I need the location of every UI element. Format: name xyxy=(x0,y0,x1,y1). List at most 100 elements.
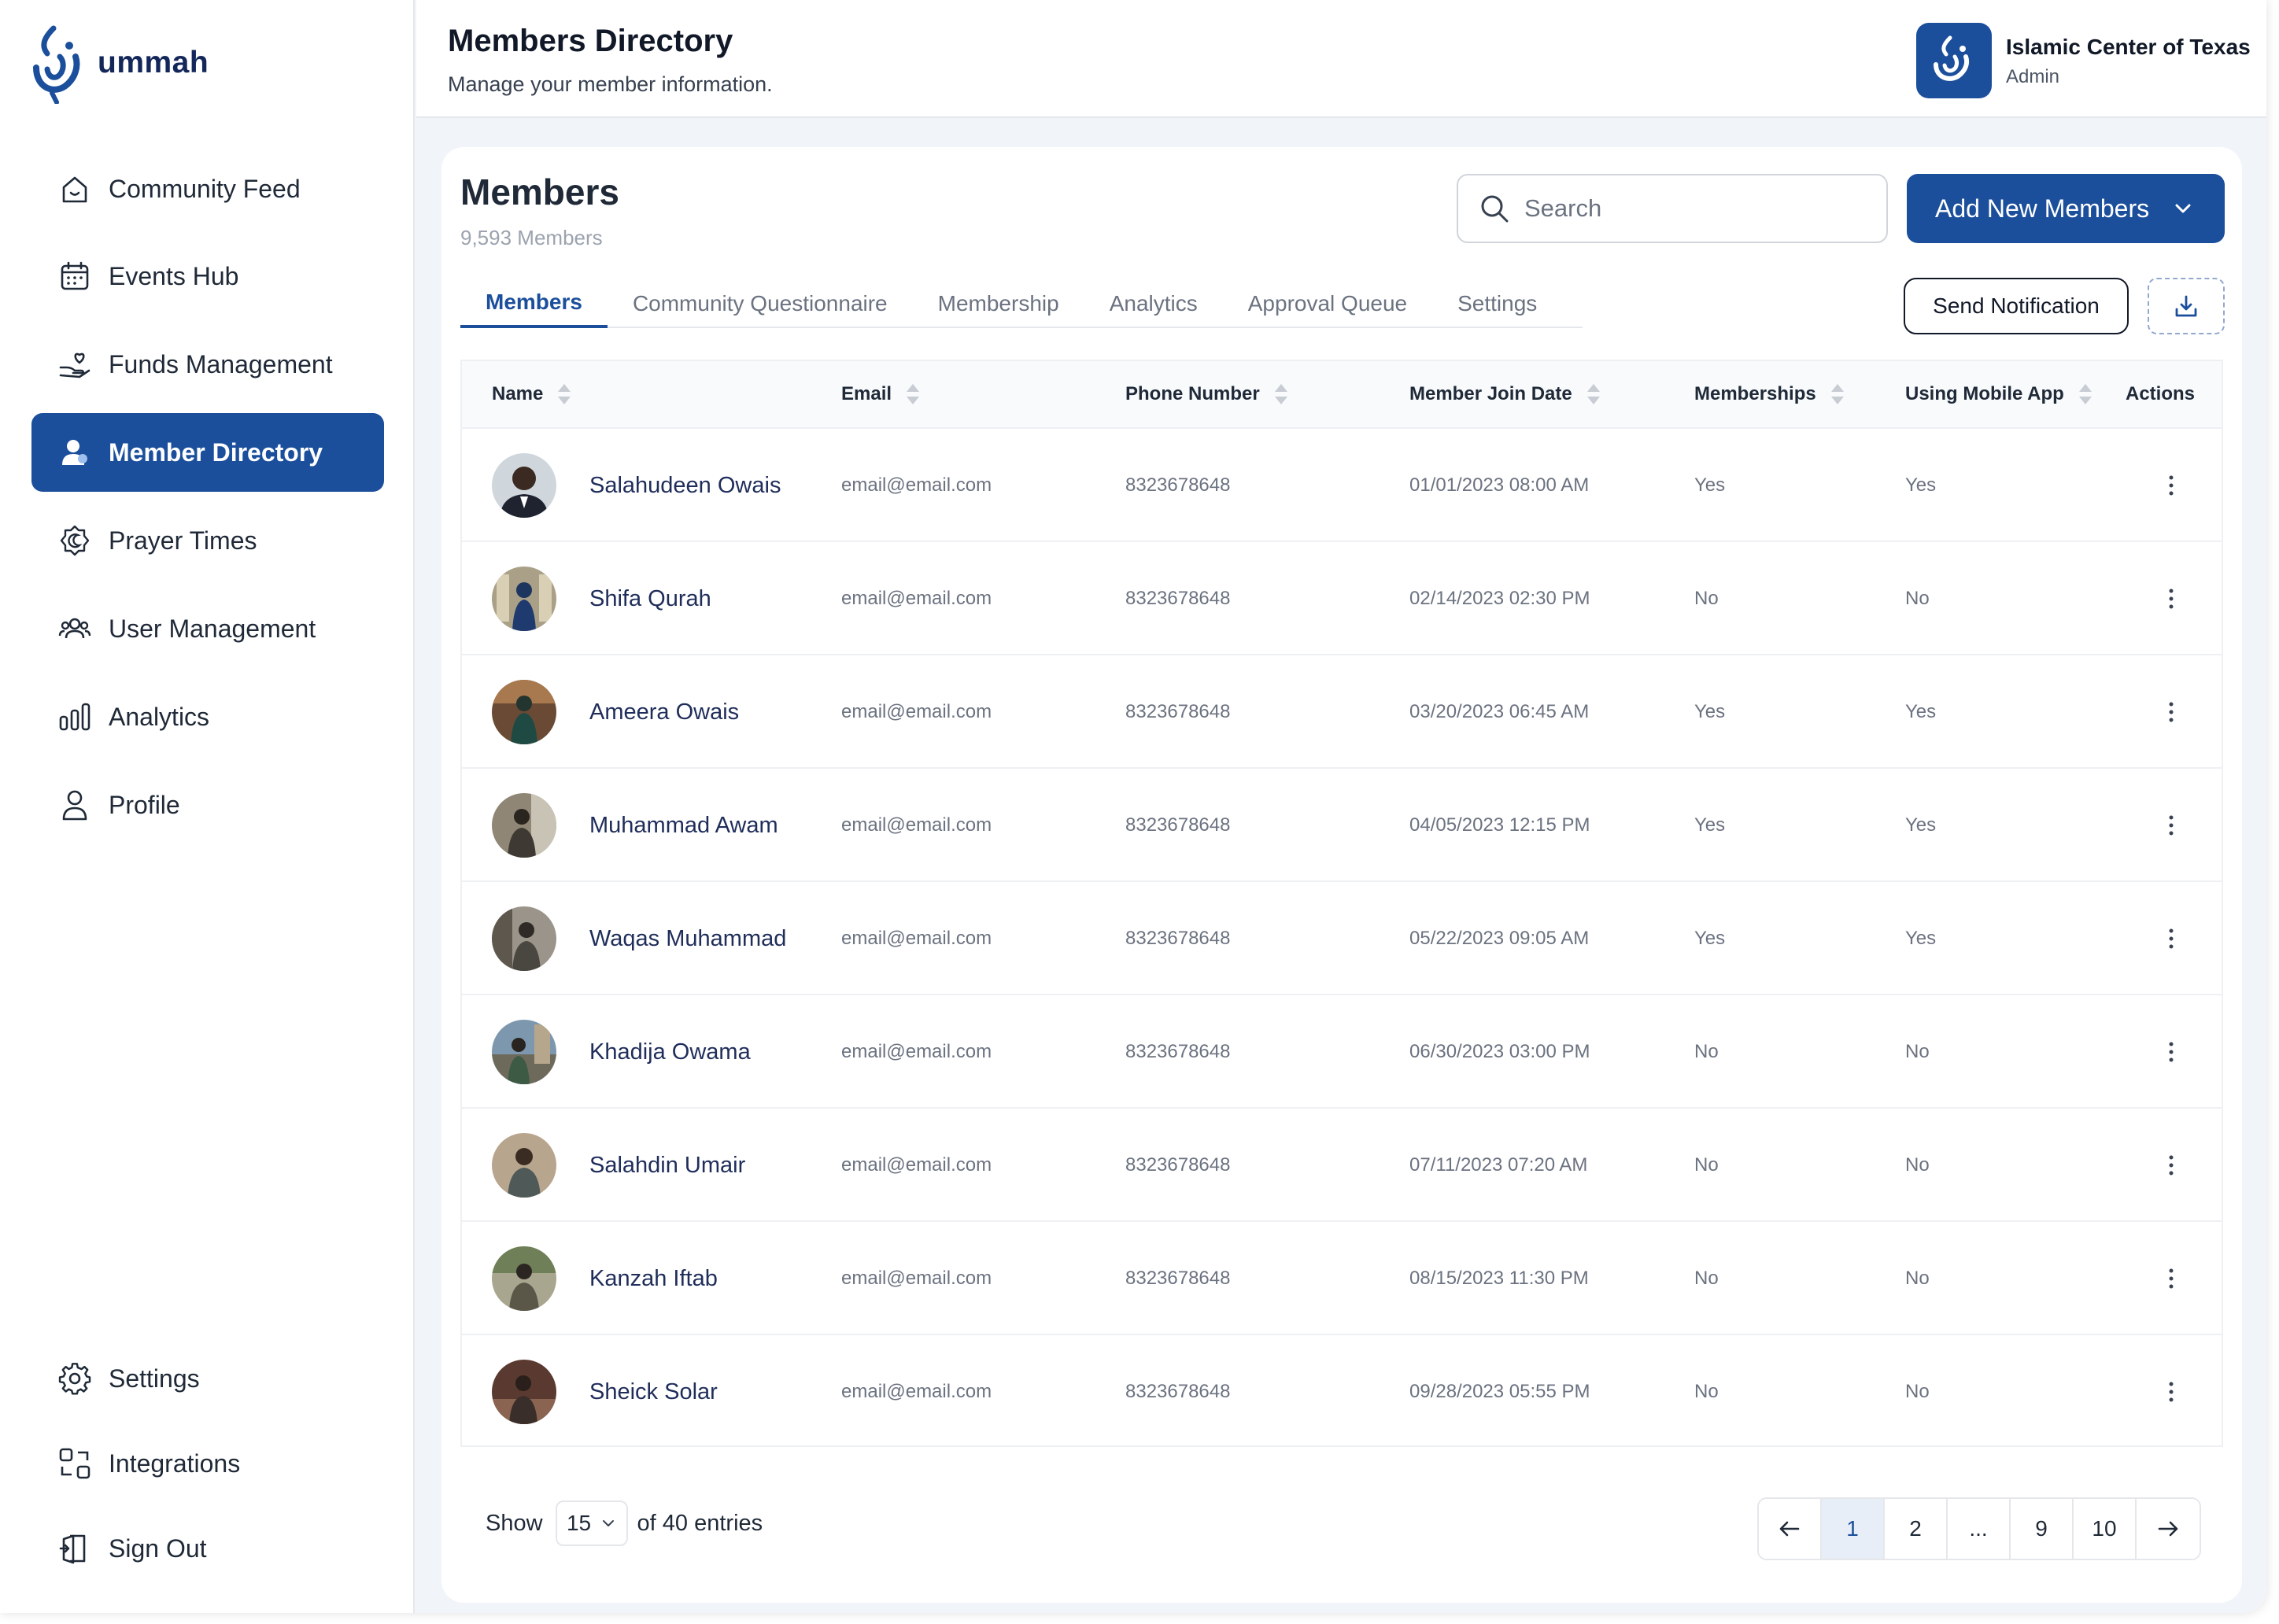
pagination: 1 2 ... 9 10 xyxy=(1757,1497,2201,1560)
table-row[interactable]: Khadija Owama email@email.com 8323678648… xyxy=(460,994,2223,1107)
sidebar-item-prayer-times[interactable]: Prayer Times xyxy=(31,501,384,580)
member-memberships: No xyxy=(1694,1381,1719,1402)
row-actions-menu[interactable] xyxy=(2157,585,2185,613)
page-size-select[interactable]: 15 xyxy=(555,1500,628,1546)
column-header-mobile-app[interactable]: Using Mobile App xyxy=(1905,381,2094,408)
tab-membership[interactable]: Membership xyxy=(913,279,1084,328)
org-avatar[interactable] xyxy=(1916,23,1992,98)
sidebar-item-sign-out[interactable]: Sign Out xyxy=(31,1509,384,1588)
member-email: email@email.com xyxy=(841,701,992,722)
member-email: email@email.com xyxy=(841,1268,992,1289)
member-join-date: 06/30/2023 03:00 PM xyxy=(1409,1041,1590,1062)
avatar xyxy=(492,1020,556,1084)
member-join-date: 03/20/2023 06:45 AM xyxy=(1409,701,1590,722)
more-vertical-icon xyxy=(2169,1382,2174,1402)
row-actions-menu[interactable] xyxy=(2157,1151,2185,1179)
column-header-name[interactable]: Name xyxy=(492,381,573,408)
sidebar-item-settings[interactable]: Settings xyxy=(31,1339,384,1418)
page-button-2[interactable]: 2 xyxy=(1885,1499,1948,1559)
member-name[interactable]: Khadija Owama xyxy=(589,995,751,1109)
column-label: Phone Number xyxy=(1125,383,1260,404)
bar-chart-icon xyxy=(57,699,93,735)
row-actions-menu[interactable] xyxy=(2157,471,2185,500)
sidebar-item-member-directory[interactable]: Member Directory xyxy=(31,413,384,492)
member-name[interactable]: Kanzah Iftab xyxy=(589,1222,718,1335)
sidebar-item-analytics[interactable]: Analytics xyxy=(31,677,384,756)
table-row[interactable]: Shifa Qurah email@email.com 8323678648 0… xyxy=(460,541,2223,654)
avatar xyxy=(492,680,556,744)
avatar xyxy=(492,1246,556,1311)
sidebar-item-user-management[interactable]: User Management xyxy=(31,589,384,668)
column-header-phone[interactable]: Phone Number xyxy=(1125,381,1290,408)
table-row[interactable]: Muhammad Awam email@email.com 8323678648… xyxy=(460,767,2223,880)
page-button-10[interactable]: 10 xyxy=(2074,1499,2137,1559)
row-actions-menu[interactable] xyxy=(2157,1038,2185,1066)
member-mobile-app: No xyxy=(1905,1154,1930,1176)
search-input[interactable] xyxy=(1524,194,1871,223)
table-row[interactable]: Salahudeen Owais email@email.com 8323678… xyxy=(460,427,2223,541)
row-actions-menu[interactable] xyxy=(2157,698,2185,726)
table-row[interactable]: Kanzah Iftab email@email.com 8323678648 … xyxy=(460,1220,2223,1334)
member-join-date: 02/14/2023 02:30 PM xyxy=(1409,588,1590,609)
member-name[interactable]: Muhammad Awam xyxy=(589,769,778,882)
member-name[interactable]: Sheick Solar xyxy=(589,1335,718,1449)
members-card: Members 9,593 Members Add New Members Me… xyxy=(441,147,2242,1603)
avatar xyxy=(492,906,556,971)
tab-analytics[interactable]: Analytics xyxy=(1084,279,1223,328)
more-vertical-icon xyxy=(2169,1155,2174,1176)
member-memberships: No xyxy=(1694,1041,1719,1062)
brand-logo[interactable]: ummah xyxy=(30,22,209,104)
next-page-button[interactable] xyxy=(2137,1499,2200,1559)
member-name[interactable]: Waqas Muhammad xyxy=(589,882,786,995)
sidebar-item-community-feed[interactable]: Community Feed xyxy=(31,149,384,228)
home-icon xyxy=(57,171,93,207)
table-row[interactable]: Sheick Solar email@email.com 8323678648 … xyxy=(460,1334,2223,1447)
member-memberships: No xyxy=(1694,588,1719,609)
table-row[interactable]: Salahdin Umair email@email.com 832367864… xyxy=(460,1107,2223,1220)
sidebar-item-profile[interactable]: Profile xyxy=(31,766,384,844)
sidebar-item-funds-management[interactable]: Funds Management xyxy=(31,325,384,404)
members-count: 9,593 Members xyxy=(460,226,603,249)
download-button[interactable] xyxy=(2148,278,2225,334)
column-header-email[interactable]: Email xyxy=(841,381,922,408)
tab-approval-queue[interactable]: Approval Queue xyxy=(1223,279,1432,328)
row-actions-menu[interactable] xyxy=(2157,925,2185,953)
member-phone: 8323678648 xyxy=(1125,474,1231,496)
search-icon xyxy=(1481,195,1509,223)
members-table: Name Email Phone Number Member Join Date… xyxy=(460,360,2223,1447)
integrations-icon xyxy=(57,1445,93,1482)
sidebar-item-label: User Management xyxy=(109,614,316,643)
member-name[interactable]: Shifa Qurah xyxy=(589,542,711,655)
more-vertical-icon xyxy=(2169,475,2174,496)
show-label: Show xyxy=(486,1510,543,1536)
member-name[interactable]: Salahdin Umair xyxy=(589,1109,745,1222)
page-button-1[interactable]: 1 xyxy=(1822,1499,1885,1559)
tab-members[interactable]: Members xyxy=(460,279,608,328)
search-box[interactable] xyxy=(1457,174,1888,243)
sidebar-item-label: Funds Management xyxy=(109,349,333,378)
page-button-9[interactable]: 9 xyxy=(2011,1499,2074,1559)
row-actions-menu[interactable] xyxy=(2157,1264,2185,1293)
add-new-members-button[interactable]: Add New Members xyxy=(1907,174,2225,243)
member-memberships: No xyxy=(1694,1268,1719,1289)
member-join-date: 01/01/2023 08:00 AM xyxy=(1409,474,1590,496)
sidebar-item-integrations[interactable]: Integrations xyxy=(31,1424,384,1503)
column-header-join-date[interactable]: Member Join Date xyxy=(1409,381,1602,408)
avatar xyxy=(492,567,556,631)
sidebar-item-events-hub[interactable]: Events Hub xyxy=(31,237,384,316)
avatar xyxy=(492,1133,556,1198)
prev-page-button[interactable] xyxy=(1759,1499,1822,1559)
send-notification-button[interactable]: Send Notification xyxy=(1904,278,2129,334)
page-title: Members Directory xyxy=(448,24,733,58)
row-actions-menu[interactable] xyxy=(2157,811,2185,840)
table-row[interactable]: Waqas Muhammad email@email.com 832367864… xyxy=(460,880,2223,994)
row-actions-menu[interactable] xyxy=(2157,1378,2185,1406)
column-header-memberships[interactable]: Memberships xyxy=(1694,381,1846,408)
table-row[interactable]: Ameera Owais email@email.com 8323678648 … xyxy=(460,654,2223,767)
app-window: ummah Community Feed Events Hub Funds Ma… xyxy=(0,0,2266,1613)
more-vertical-icon xyxy=(2169,1042,2174,1062)
tab-settings[interactable]: Settings xyxy=(1432,279,1562,328)
tab-community-questionnaire[interactable]: Community Questionnaire xyxy=(608,279,913,328)
member-name[interactable]: Ameera Owais xyxy=(589,655,739,769)
member-name[interactable]: Salahudeen Owais xyxy=(589,429,781,542)
